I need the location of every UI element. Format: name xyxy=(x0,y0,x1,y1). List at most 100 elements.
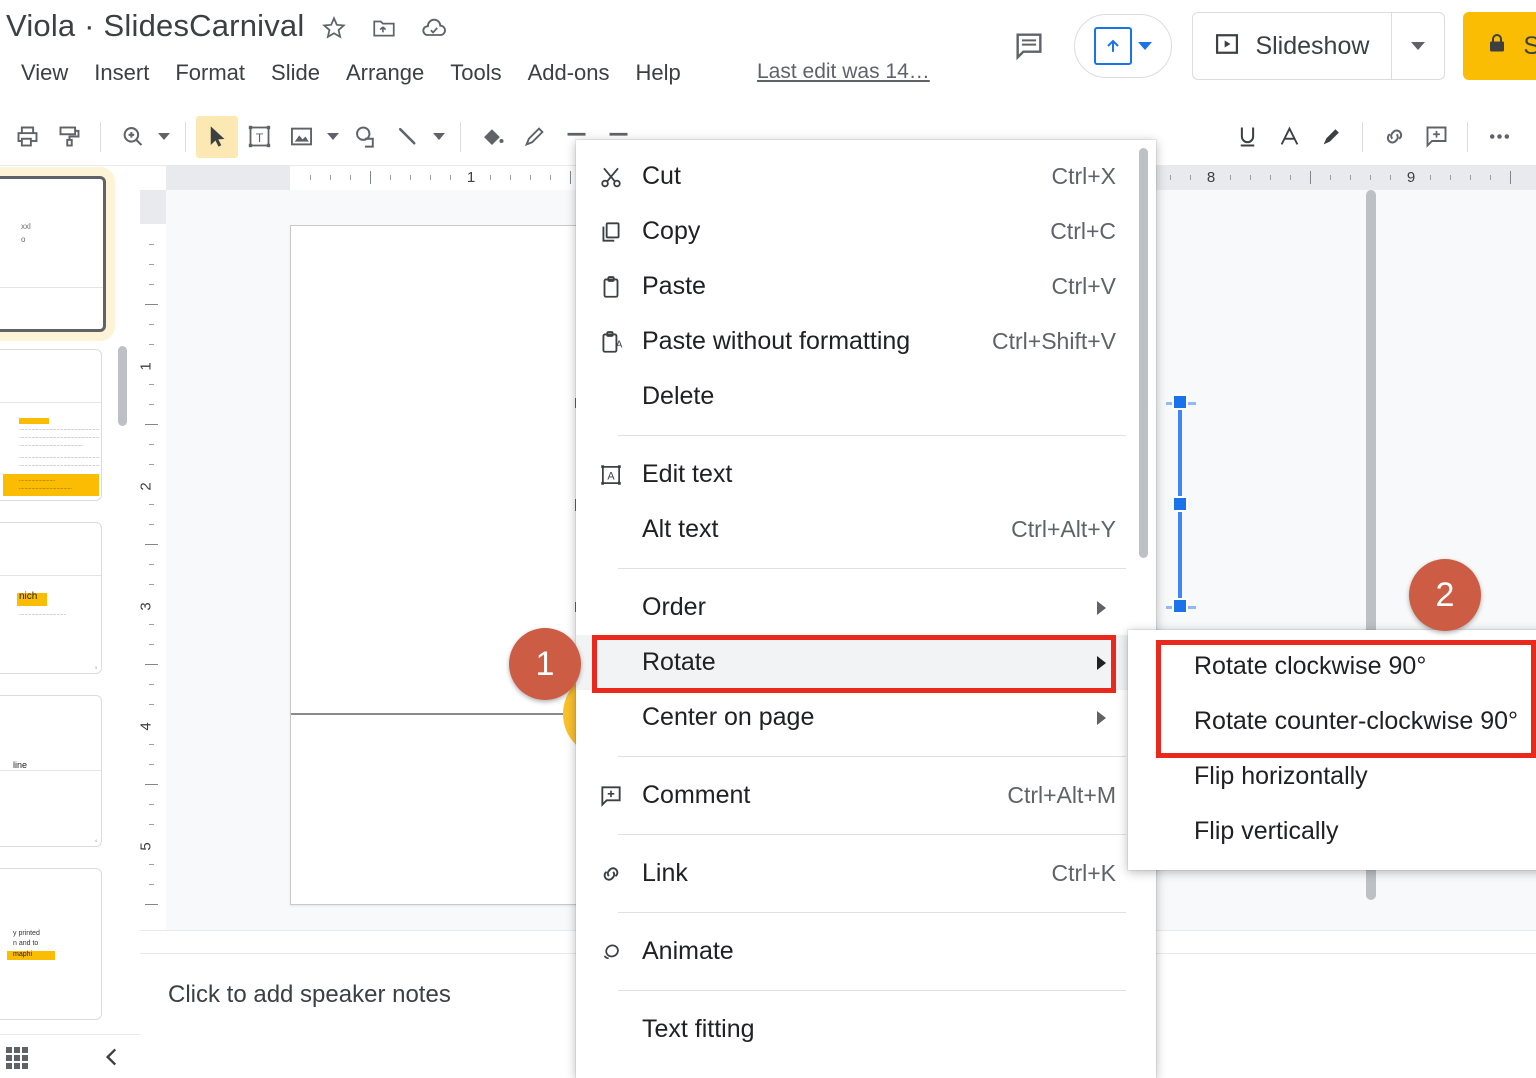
menu-item-delete[interactable]: Delete xyxy=(576,369,1156,424)
grid-view-icon[interactable] xyxy=(6,1047,28,1069)
list-item[interactable]: line 4 xyxy=(0,695,102,847)
menu-item-label: Paste xyxy=(642,272,706,300)
document-title[interactable]: Viola · SlidesCarnival xyxy=(6,8,304,44)
menu-item-comment[interactable]: Comment Ctrl+Alt+M xyxy=(576,768,1156,823)
menu-item-label: Comment xyxy=(642,781,751,809)
slideshow-button-group: Slideshow xyxy=(1192,12,1446,80)
menu-item-label: Center on page xyxy=(642,703,815,731)
menu-view[interactable]: View xyxy=(8,58,81,88)
menu-item-label: Text fitting xyxy=(642,1015,755,1043)
ruler-tick-label: 5 xyxy=(140,842,155,850)
menu-item-text-fitting[interactable]: Text fitting xyxy=(576,1002,1156,1057)
highlight-color-icon[interactable] xyxy=(1310,116,1352,158)
top-bar: Viola · SlidesCarnival View Insert Forma… xyxy=(0,0,1536,108)
context-menu[interactable]: Cut Ctrl+X Copy Ctrl+C Paste Ctrl+V A Pa… xyxy=(576,140,1156,1078)
more-icon[interactable] xyxy=(1478,116,1520,158)
menu-item-label: Order xyxy=(642,593,706,621)
menu-item-copy[interactable]: Copy Ctrl+C xyxy=(576,204,1156,259)
menu-item-cut[interactable]: Cut Ctrl+X xyxy=(576,149,1156,204)
menu-item-edit-text[interactable]: A Edit text xyxy=(576,447,1156,502)
insert-link-icon[interactable] xyxy=(1373,116,1415,158)
menu-item-paste-without-formatting[interactable]: A Paste without formatting Ctrl+Shift+V xyxy=(576,314,1156,369)
title-action-icons xyxy=(320,14,448,42)
menu-tools[interactable]: Tools xyxy=(437,58,514,88)
menu-item-alt-text[interactable]: Alt text Ctrl+Alt+Y xyxy=(576,502,1156,557)
cloud-saved-icon[interactable] xyxy=(420,14,448,42)
menu-separator xyxy=(618,435,1126,436)
submenu-item-rotate-counter-clockwise[interactable]: Rotate counter-clockwise 90° xyxy=(1128,694,1536,749)
shape-icon[interactable] xyxy=(344,116,386,158)
menu-item-center-on-page[interactable]: Center on page xyxy=(576,690,1156,745)
menu-separator xyxy=(618,912,1126,913)
select-arrow-icon[interactable] xyxy=(196,115,238,158)
last-edit-link[interactable]: Last edit was 14… xyxy=(757,60,930,84)
submenu-item-flip-vertically[interactable]: Flip vertically xyxy=(1128,804,1536,859)
menu-item-rotate[interactable]: Rotate xyxy=(576,635,1156,690)
present-button[interactable] xyxy=(1074,14,1173,78)
list-item[interactable]: nich .................................. … xyxy=(0,522,102,674)
ruler-tick-label: 1 xyxy=(140,362,155,370)
insert-image-icon[interactable] xyxy=(280,116,322,158)
star-icon[interactable] xyxy=(320,14,348,42)
menu-item-paste[interactable]: Paste Ctrl+V xyxy=(576,259,1156,314)
move-to-folder-icon[interactable] xyxy=(370,14,398,42)
scissors-icon xyxy=(598,164,642,190)
slide-filmstrip[interactable]: xxl o ..................................… xyxy=(0,166,140,1034)
list-item[interactable]: ........................................… xyxy=(0,349,102,501)
toolbar-divider xyxy=(460,121,461,152)
vertical-ruler[interactable]: 1 2 3 4 5 xyxy=(140,190,167,930)
present-upload-icon xyxy=(1094,27,1133,65)
link-icon xyxy=(598,861,642,887)
menu-bar: View Insert Format Slide Arrange Tools A… xyxy=(8,58,694,88)
menu-item-order[interactable]: Order xyxy=(576,580,1156,635)
context-menu-scrollbar[interactable] xyxy=(1139,148,1148,558)
zoom-icon[interactable] xyxy=(111,116,153,158)
menu-slide[interactable]: Slide xyxy=(258,58,333,88)
selection-handle[interactable] xyxy=(1172,394,1188,410)
menu-item-animate[interactable]: Animate xyxy=(576,924,1156,979)
list-item[interactable]: xxl o xyxy=(0,176,106,332)
line-chevron-down-icon[interactable] xyxy=(428,116,450,158)
menu-item-link[interactable]: Link Ctrl+K xyxy=(576,846,1156,901)
speaker-notes-placeholder[interactable]: Click to add speaker notes xyxy=(168,981,451,1009)
text-color-icon[interactable] xyxy=(1268,116,1310,158)
image-chevron-down-icon[interactable] xyxy=(322,116,344,158)
ruler-tick-label: 2 xyxy=(140,482,155,490)
present-options-chevron-down-icon[interactable] xyxy=(1138,42,1153,50)
selection-handle[interactable] xyxy=(1172,496,1188,512)
border-color-icon[interactable] xyxy=(513,116,555,158)
filmstrip-scrollbar[interactable] xyxy=(118,346,127,426)
slideshow-options-chevron-down-icon[interactable] xyxy=(1391,13,1444,79)
text-box-icon[interactable]: T xyxy=(238,116,280,158)
fill-color-icon[interactable] xyxy=(471,116,513,158)
list-item[interactable]: y printed n and to maphi xyxy=(0,868,102,1020)
menu-format[interactable]: Format xyxy=(162,58,258,88)
underline-icon[interactable] xyxy=(1226,116,1268,158)
slide-thumb-text: o xyxy=(21,235,26,244)
line-icon[interactable] xyxy=(386,116,428,158)
submenu-item-rotate-clockwise[interactable]: Rotate clockwise 90° xyxy=(1128,639,1536,694)
menu-separator xyxy=(618,990,1126,991)
slideshow-button[interactable]: Slideshow xyxy=(1193,13,1391,79)
menu-help[interactable]: Help xyxy=(623,58,694,88)
menu-arrange[interactable]: Arrange xyxy=(333,58,437,88)
menu-addons[interactable]: Add-ons xyxy=(515,58,623,88)
paint-format-icon[interactable] xyxy=(48,116,90,158)
submenu-item-flip-horizontally[interactable]: Flip horizontally xyxy=(1128,749,1536,804)
svg-text:A: A xyxy=(616,339,623,350)
add-comment-icon xyxy=(598,783,642,809)
menu-insert[interactable]: Insert xyxy=(81,58,162,88)
selection-handle[interactable] xyxy=(1172,598,1188,614)
zoom-chevron-down-icon[interactable] xyxy=(153,116,175,158)
step-badge-1: 1 xyxy=(509,628,581,700)
svg-text:A: A xyxy=(607,470,615,482)
rotate-submenu[interactable]: Rotate clockwise 90° Rotate counter-cloc… xyxy=(1128,630,1536,870)
slide-thumb-text: n and to xyxy=(13,940,39,947)
comment-history-icon[interactable] xyxy=(1006,23,1052,69)
ruler-tick-label: 3 xyxy=(140,602,155,610)
print-icon[interactable] xyxy=(6,116,48,158)
chevron-left-icon[interactable] xyxy=(90,1039,134,1075)
share-button[interactable]: Sh xyxy=(1463,12,1536,80)
clipboard-icon xyxy=(598,274,642,300)
add-comment-icon[interactable] xyxy=(1415,116,1457,158)
